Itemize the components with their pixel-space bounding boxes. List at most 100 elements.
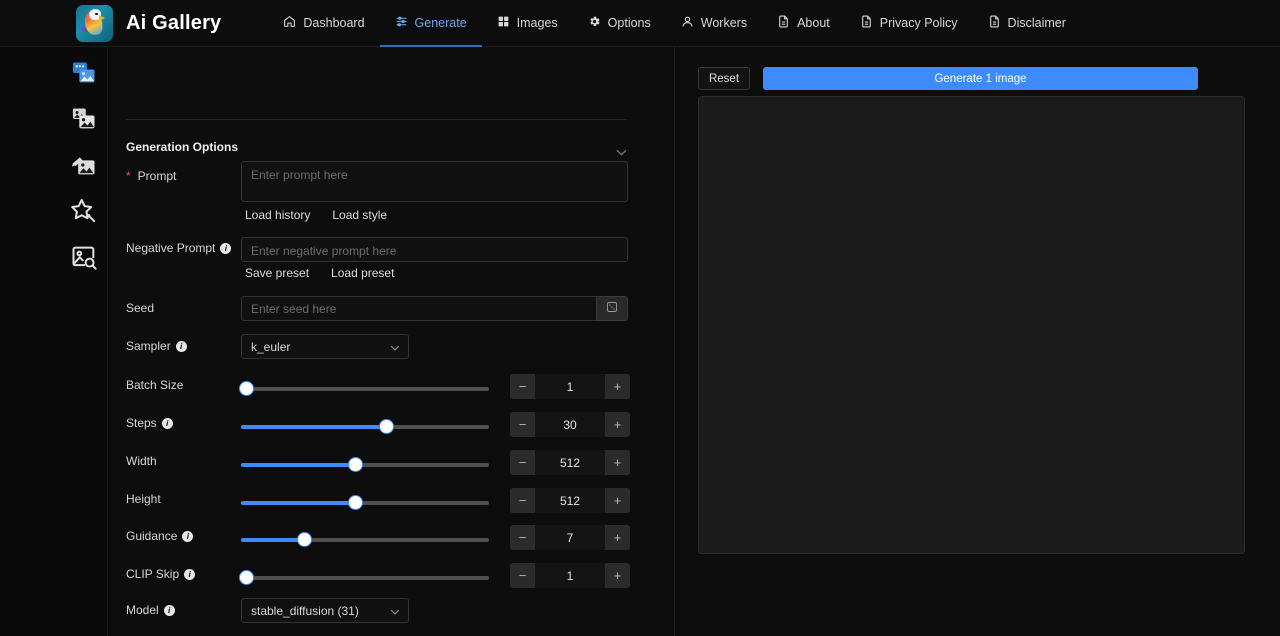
slider-thumb[interactable] <box>349 496 362 509</box>
stepper-value[interactable]: 512 <box>535 450 605 475</box>
slider-label: Height <box>126 492 234 506</box>
sampler-label: Sampler i <box>126 339 234 353</box>
info-icon[interactable]: i <box>164 605 175 616</box>
slider-label: Guidance i <box>126 529 234 543</box>
nav-item-about[interactable]: About <box>762 0 845 47</box>
prompt-input[interactable] <box>241 161 628 202</box>
clip-skip-stepper[interactable]: − 1 + <box>510 563 630 588</box>
decrement-button[interactable]: − <box>510 374 535 399</box>
required-marker: * <box>126 169 131 183</box>
slider-fill <box>241 425 387 429</box>
slider-row-width: Width − 512 + <box>126 453 636 473</box>
increment-button[interactable]: + <box>605 525 630 550</box>
nav-label: Generate <box>415 16 467 30</box>
nav-label: Privacy Policy <box>880 16 958 30</box>
decrement-button[interactable]: − <box>510 488 535 513</box>
brand-name: Ai Gallery <box>126 12 221 35</box>
sidebar-item-image-search[interactable] <box>70 243 98 271</box>
steps-stepper[interactable]: − 30 + <box>510 412 630 437</box>
model-label: Model i <box>126 603 234 617</box>
decrement-button[interactable]: − <box>510 450 535 475</box>
increment-button[interactable]: + <box>605 412 630 437</box>
info-icon[interactable]: i <box>182 531 193 542</box>
preview-panel: Reset Generate 1 image <box>676 47 1280 636</box>
sidebar-item-text-to-image[interactable] <box>70 59 98 87</box>
sidebar-item-star-magic[interactable] <box>70 197 98 225</box>
stepper-value[interactable]: 30 <box>535 412 605 437</box>
info-icon[interactable]: i <box>184 569 195 580</box>
nav-item-workers[interactable]: Workers <box>666 0 762 47</box>
seed-row: Seed <box>126 296 636 322</box>
gear-icon <box>588 15 601 31</box>
stepper-value[interactable]: 1 <box>535 563 605 588</box>
decrement-button[interactable]: − <box>510 412 535 437</box>
slider-fill <box>241 538 305 542</box>
stepper-value[interactable]: 512 <box>535 488 605 513</box>
model-value: stable_diffusion (31) <box>251 604 359 618</box>
nav-item-images[interactable]: Images <box>482 0 573 47</box>
width-stepper[interactable]: − 512 + <box>510 450 630 475</box>
slider-row-guidance: Guidance i − 7 + <box>126 528 636 548</box>
nav-item-dashboard[interactable]: Dashboard <box>268 0 379 47</box>
chevron-down-icon <box>390 340 400 354</box>
info-icon[interactable]: i <box>176 341 187 352</box>
slider-row-batch-size: Batch Size − 1 + <box>126 377 636 397</box>
brand[interactable]: Ai Gallery <box>76 5 221 42</box>
document-icon <box>777 15 790 31</box>
sidebar-item-inpaint-image[interactable] <box>70 151 98 179</box>
load-style-link[interactable]: Load style <box>332 208 387 222</box>
model-select[interactable]: stable_diffusion (31) <box>241 598 409 623</box>
action-bar: Reset Generate 1 image <box>698 67 1198 90</box>
info-icon[interactable]: i <box>162 418 173 429</box>
sampler-select[interactable]: k_euler <box>241 334 409 359</box>
nav-item-disclaimer[interactable]: Disclaimer <box>973 0 1081 47</box>
nav-item-privacy-policy[interactable]: Privacy Policy <box>845 0 973 47</box>
model-row: Model i stable_diffusion (31) <box>126 598 636 624</box>
slider-thumb[interactable] <box>380 420 393 433</box>
slider-row-clip-skip: CLIP Skip i − 1 + <box>126 566 636 586</box>
increment-button[interactable]: + <box>605 563 630 588</box>
load-history-link[interactable]: Load history <box>245 208 310 222</box>
slider-thumb[interactable] <box>298 533 311 546</box>
left-sidebar <box>0 47 108 636</box>
decrement-button[interactable]: − <box>510 563 535 588</box>
stepper-value[interactable]: 7 <box>535 525 605 550</box>
image-preview-area[interactable] <box>698 96 1245 554</box>
reset-button[interactable]: Reset <box>698 67 750 90</box>
sampler-row: Sampler i k_euler <box>126 334 636 360</box>
generate-button[interactable]: Generate 1 image <box>763 67 1198 90</box>
slider-track <box>241 576 489 580</box>
dice-icon <box>606 300 618 318</box>
height-stepper[interactable]: − 512 + <box>510 488 630 513</box>
slider-label: Steps i <box>126 416 234 430</box>
stepper-value[interactable]: 1 <box>535 374 605 399</box>
prompt-row: * Prompt Load history Load style <box>126 161 636 221</box>
nav-items: Dashboard Generate Images <box>268 0 1081 47</box>
slider-thumb[interactable] <box>349 458 362 471</box>
nav-label: Images <box>517 16 558 30</box>
chevron-down-icon <box>390 604 400 618</box>
batch-size-stepper[interactable]: − 1 + <box>510 374 630 399</box>
increment-button[interactable]: + <box>605 450 630 475</box>
decrement-button[interactable]: − <box>510 525 535 550</box>
generation-options-header[interactable]: Generation Options <box>126 137 627 156</box>
nav-item-options[interactable]: Options <box>573 0 666 47</box>
nav-label: Options <box>608 16 651 30</box>
seed-input[interactable] <box>241 296 596 321</box>
prompt-label: * Prompt <box>126 169 234 183</box>
slider-label: Width <box>126 454 234 468</box>
slider-thumb[interactable] <box>240 571 253 584</box>
random-seed-button[interactable] <box>596 296 628 321</box>
slider-label: Batch Size <box>126 378 234 392</box>
increment-button[interactable]: + <box>605 488 630 513</box>
guidance-stepper[interactable]: − 7 + <box>510 525 630 550</box>
generation-form-panel: Generation Options * Prompt Load history… <box>109 47 675 636</box>
nav-label: About <box>797 16 830 30</box>
increment-button[interactable]: + <box>605 374 630 399</box>
sampler-value: k_euler <box>251 340 290 354</box>
slider-thumb[interactable] <box>240 382 253 395</box>
document-icon <box>988 15 1001 31</box>
sidebar-item-image-to-image[interactable] <box>70 105 98 133</box>
nav-item-generate[interactable]: Generate <box>380 0 482 47</box>
chevron-down-icon[interactable] <box>616 143 627 150</box>
